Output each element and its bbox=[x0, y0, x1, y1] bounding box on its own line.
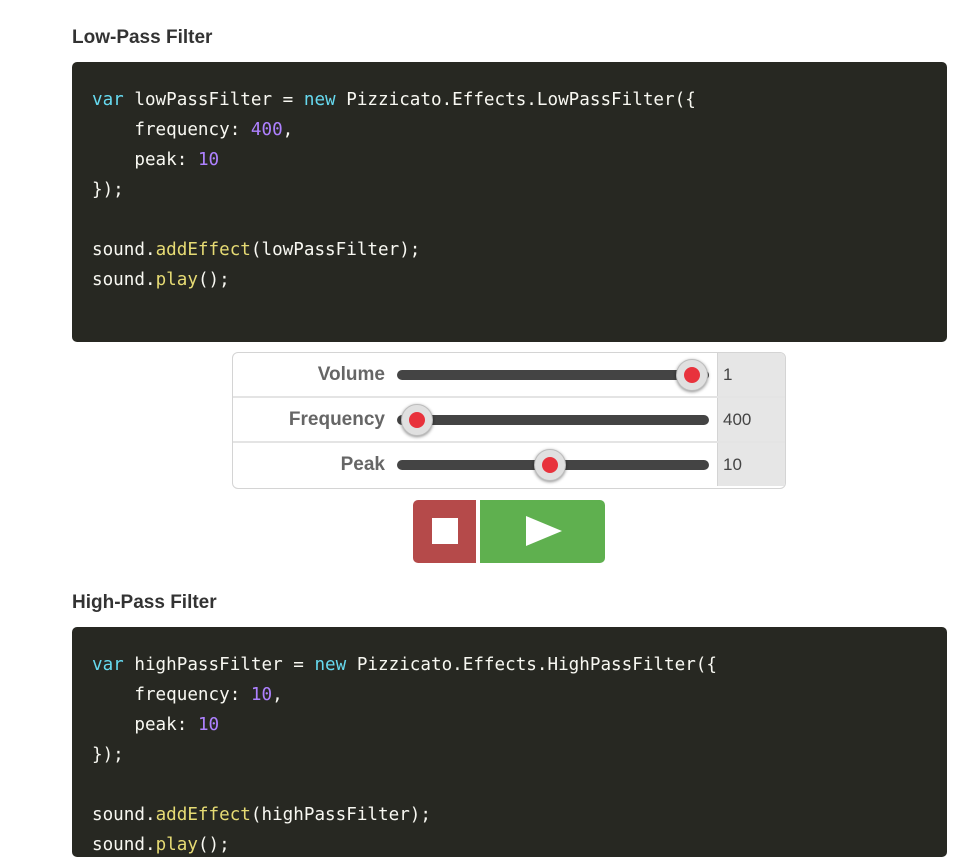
code-keyword: var bbox=[92, 655, 124, 675]
code-text: sound. bbox=[92, 240, 156, 260]
code-text: (); bbox=[197, 270, 230, 290]
code-number: 10 bbox=[250, 685, 273, 705]
code-text: lowPassFilter = bbox=[123, 90, 304, 110]
code-line: var lowPassFilter = new Pizzicato.Effect… bbox=[92, 85, 927, 115]
peak-slider-thumb[interactable] bbox=[533, 448, 566, 481]
code-function: play bbox=[155, 270, 198, 290]
volume-label: Volume bbox=[317, 364, 385, 385]
code-number: 400 bbox=[250, 120, 283, 140]
code-text: (lowPassFilter); bbox=[250, 240, 421, 260]
stop-button[interactable] bbox=[413, 500, 476, 563]
frequency-control-row: Frequency 400 bbox=[233, 398, 785, 443]
code-text: Pizzicato.Effects.LowPassFilter({ bbox=[335, 90, 696, 110]
volume-slider-track[interactable] bbox=[397, 369, 709, 380]
code-line: frequency: 10, bbox=[92, 680, 927, 710]
code-keyword: new bbox=[314, 655, 347, 675]
code-text: peak: bbox=[92, 150, 198, 170]
highpass-code-block: var highPassFilter = new Pizzicato.Effec… bbox=[72, 627, 947, 857]
frequency-label: Frequency bbox=[288, 409, 385, 430]
code-line: sound.play(); bbox=[92, 830, 927, 857]
code-line: sound.addEffect(highPassFilter); bbox=[92, 800, 927, 830]
code-line: frequency: 400, bbox=[92, 115, 927, 145]
code-text: peak: bbox=[92, 715, 198, 735]
code-keyword: var bbox=[92, 90, 124, 110]
code-line: }); bbox=[92, 180, 124, 200]
code-function: play bbox=[155, 835, 198, 855]
code-number: 10 bbox=[197, 150, 220, 170]
peak-control-row: Peak 10 bbox=[233, 443, 785, 486]
volume-value: 1 bbox=[717, 353, 785, 396]
code-text: sound. bbox=[92, 270, 156, 290]
effect-controls-panel: Volume 1 Frequency 400 Peak 10 bbox=[232, 352, 786, 489]
lowpass-title: Low-Pass Filter bbox=[72, 27, 213, 48]
code-text: sound. bbox=[92, 835, 156, 855]
code-text: frequency: bbox=[92, 685, 251, 705]
frequency-slider-track[interactable] bbox=[397, 414, 709, 425]
code-line: peak: 10 bbox=[92, 145, 927, 175]
code-line: sound.play(); bbox=[92, 265, 927, 295]
code-text: frequency: bbox=[92, 120, 251, 140]
code-keyword: new bbox=[303, 90, 336, 110]
code-text: , bbox=[282, 120, 294, 140]
lowpass-code-block: var lowPassFilter = new Pizzicato.Effect… bbox=[72, 62, 947, 342]
code-text: , bbox=[272, 685, 283, 705]
code-line: sound.addEffect(lowPassFilter); bbox=[92, 235, 927, 265]
frequency-value: 400 bbox=[717, 398, 785, 441]
code-line: var highPassFilter = new Pizzicato.Effec… bbox=[92, 650, 927, 680]
code-text: (); bbox=[197, 835, 230, 855]
play-button[interactable] bbox=[480, 500, 605, 563]
code-text: highPassFilter = bbox=[123, 655, 315, 675]
play-icon bbox=[526, 516, 562, 546]
highpass-title: High-Pass Filter bbox=[72, 592, 217, 613]
stop-icon bbox=[432, 518, 458, 544]
volume-slider-thumb[interactable] bbox=[675, 358, 708, 391]
code-function: addEffect bbox=[155, 805, 251, 825]
code-function: addEffect bbox=[155, 240, 251, 260]
volume-control-row: Volume 1 bbox=[233, 353, 785, 398]
code-text: Pizzicato.Effects.HighPassFilter({ bbox=[346, 655, 717, 675]
code-line: peak: 10 bbox=[92, 710, 927, 740]
code-number: 10 bbox=[197, 715, 220, 735]
code-text: (highPassFilter); bbox=[250, 805, 431, 825]
peak-label: Peak bbox=[340, 454, 385, 475]
code-text: sound. bbox=[92, 805, 156, 825]
code-line: }); bbox=[92, 745, 124, 765]
frequency-slider-thumb[interactable] bbox=[401, 403, 434, 436]
peak-value: 10 bbox=[717, 443, 785, 486]
